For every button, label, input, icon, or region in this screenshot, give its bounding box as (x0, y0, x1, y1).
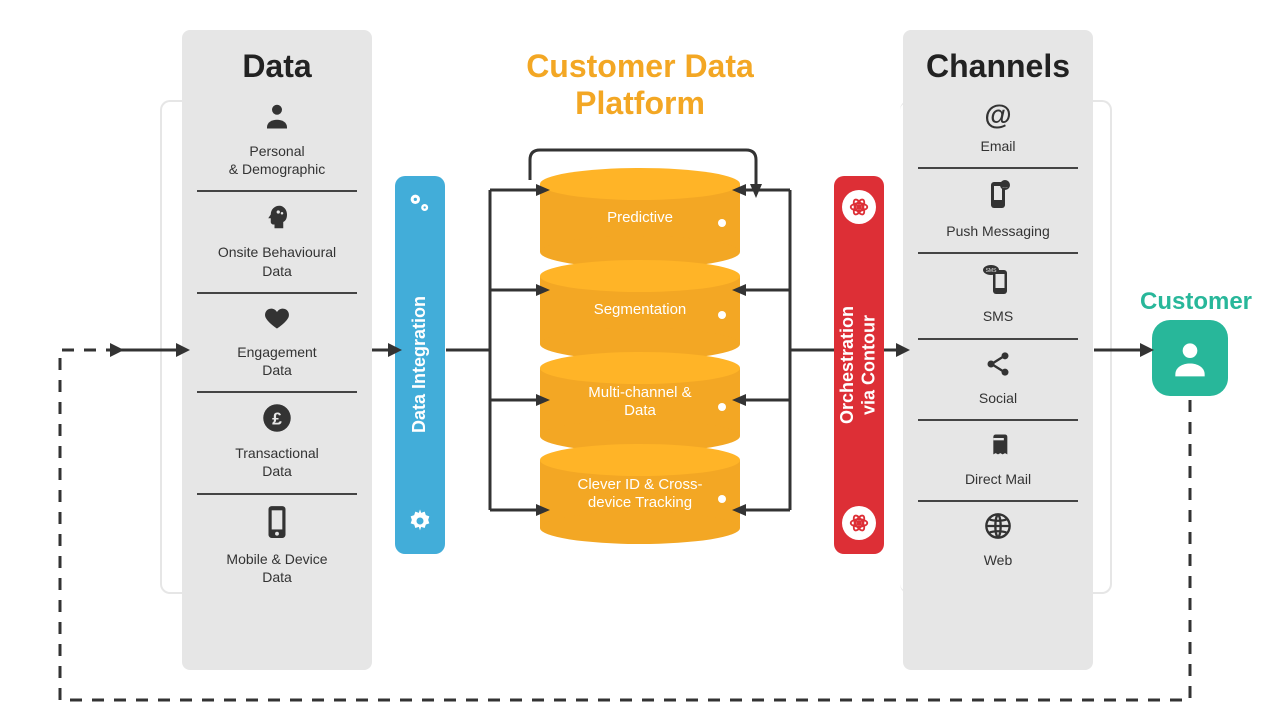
cdp-layer-label: Clever ID & Cross- device Tracking (540, 476, 740, 512)
cdp-layer-label: Predictive (540, 209, 740, 227)
diagram-stage: Data Personal & Demographic Onsite Behav… (0, 0, 1287, 724)
flow-arrows (0, 0, 1287, 724)
cdp-layer-label: Multi-channel & Data (540, 384, 740, 420)
cdp-layer-label: Segmentation (540, 301, 740, 319)
